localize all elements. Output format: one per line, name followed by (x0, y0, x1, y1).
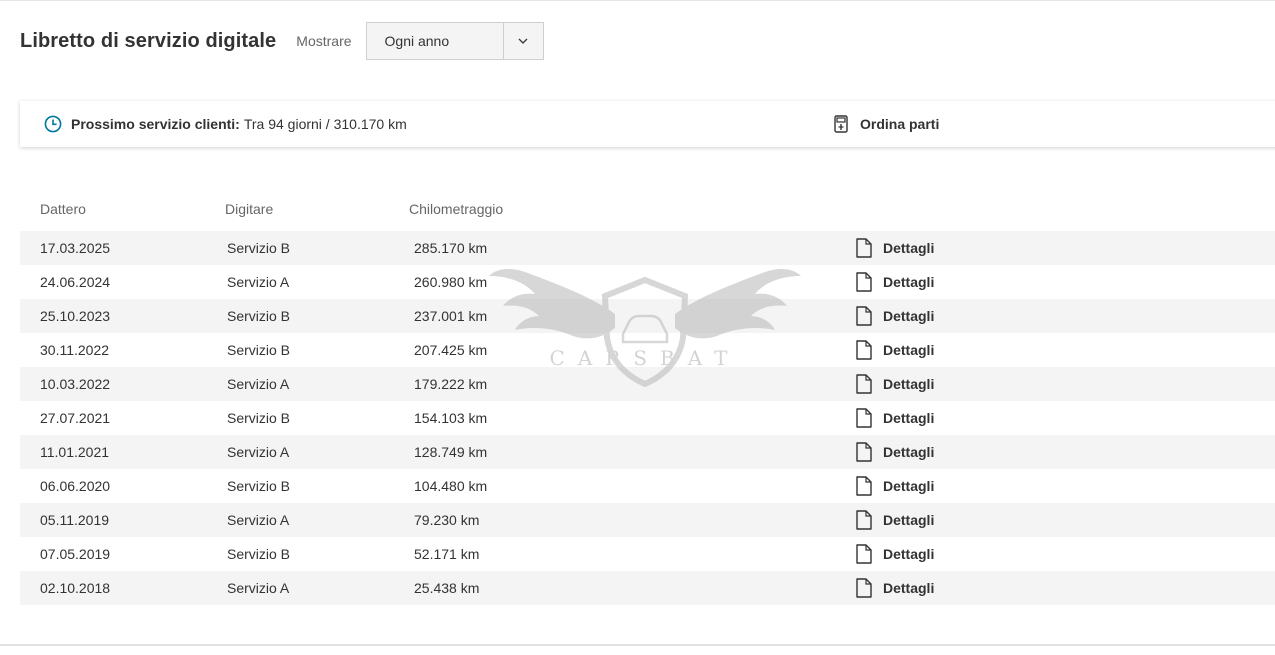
document-icon (856, 374, 872, 394)
row-mileage: 128.749 km (414, 444, 488, 460)
details-link[interactable]: Dettagli (856, 299, 934, 333)
column-header-date: Dattero (40, 201, 86, 217)
chevron-down-icon (518, 38, 528, 44)
details-label: Dettagli (883, 342, 935, 358)
details-label: Dettagli (883, 376, 935, 392)
details-label: Dettagli (883, 240, 935, 256)
row-date: 02.10.2018 (40, 580, 111, 596)
details-link[interactable]: Dettagli (856, 571, 934, 605)
row-mileage: 285.170 km (414, 240, 488, 256)
row-mileage: 207.425 km (414, 342, 488, 358)
document-icon (856, 476, 872, 496)
details-link[interactable]: Dettagli (856, 469, 934, 503)
row-date: 07.05.2019 (40, 546, 111, 562)
table-row: 25.10.2023 Servizio B 237.001 km Dettagli (20, 299, 1275, 333)
details-link[interactable]: Dettagli (856, 333, 934, 367)
column-header-type: Digitare (225, 201, 274, 217)
bottom-divider (0, 644, 1275, 646)
row-mileage: 52.171 km (414, 546, 480, 562)
dropdown-toggle[interactable] (502, 23, 543, 59)
show-label: Mostrare (296, 33, 352, 49)
row-date: 25.10.2023 (40, 308, 111, 324)
document-icon (856, 272, 872, 292)
details-label: Dettagli (883, 546, 935, 562)
table-row: 06.06.2020 Servizio B 104.480 km Dettagli (20, 469, 1275, 503)
row-type: Servizio B (227, 240, 291, 256)
year-filter-dropdown[interactable]: Ogni anno (365, 22, 544, 60)
row-type: Servizio A (227, 444, 290, 460)
document-icon (856, 442, 872, 462)
table-row: 17.03.2025 Servizio B 285.170 km Dettagli (20, 231, 1275, 265)
details-link[interactable]: Dettagli (856, 265, 934, 299)
table-row: 24.06.2024 Servizio A 260.980 km Dettagli (20, 265, 1275, 299)
table-header: Dattero Digitare Chilometraggio (20, 195, 1275, 223)
row-mileage: 260.980 km (414, 274, 488, 290)
details-link[interactable]: Dettagli (856, 503, 934, 537)
details-label: Dettagli (883, 410, 935, 426)
row-type: Servizio B (227, 478, 291, 494)
document-icon (856, 408, 872, 428)
document-icon (856, 238, 872, 258)
row-date: 10.03.2022 (40, 376, 111, 392)
details-label: Dettagli (883, 580, 935, 596)
table-row: 10.03.2022 Servizio A 179.222 km Dettagli (20, 367, 1275, 401)
details-link[interactable]: Dettagli (856, 401, 934, 435)
row-date: 06.06.2020 (40, 478, 111, 494)
details-label: Dettagli (883, 274, 935, 290)
row-type: Servizio A (227, 580, 290, 596)
next-service-value: Tra 94 giorni / 310.170 km (243, 116, 407, 132)
row-date: 27.07.2021 (40, 410, 111, 426)
row-type: Servizio B (227, 410, 291, 426)
row-date: 17.03.2025 (40, 240, 111, 256)
document-icon (856, 510, 872, 530)
document-icon (856, 306, 872, 326)
row-mileage: 79.230 km (414, 512, 480, 528)
service-history-table: 17.03.2025 Servizio B 285.170 km Dettagli 24… (20, 231, 1275, 605)
document-icon (856, 340, 872, 360)
next-service-card: Prossimo servizio clienti: Tra 94 giorni… (20, 101, 1275, 147)
table-row: 27.07.2021 Servizio B 154.103 km Dettagli (20, 401, 1275, 435)
page-title: Libretto di servizio digitale (20, 29, 277, 52)
details-label: Dettagli (883, 444, 935, 460)
order-parts-label: Ordina parti (860, 116, 940, 132)
row-date: 24.06.2024 (40, 274, 111, 290)
table-row: 02.10.2018 Servizio A 25.438 km Dettagli (20, 571, 1275, 605)
next-service-label: Prossimo servizio clienti: (71, 116, 240, 132)
row-date: 11.01.2021 (40, 444, 110, 460)
row-type: Servizio A (227, 274, 290, 290)
details-label: Dettagli (883, 512, 935, 528)
row-type: Servizio B (227, 308, 291, 324)
details-link[interactable]: Dettagli (856, 231, 934, 265)
table-row: 11.01.2021 Servizio A 128.749 km Dettagli (20, 435, 1275, 469)
row-type: Servizio A (227, 376, 290, 392)
details-link[interactable]: Dettagli (856, 435, 934, 469)
row-mileage: 237.001 km (414, 308, 488, 324)
row-mileage: 154.103 km (414, 410, 488, 426)
column-header-mileage: Chilometraggio (409, 201, 504, 217)
details-label: Dettagli (883, 308, 935, 324)
row-type: Servizio B (227, 546, 291, 562)
row-date: 05.11.2019 (40, 512, 110, 528)
next-service-info: Prossimo servizio clienti: Tra 94 giorni… (44, 101, 407, 147)
header: Libretto di servizio digitale Mostrare O… (20, 21, 544, 61)
details-link[interactable]: Dettagli (856, 537, 934, 571)
row-type: Servizio A (227, 512, 290, 528)
clock-icon (44, 115, 62, 133)
table-row: 30.11.2022 Servizio B 207.425 km Dettagli (20, 333, 1275, 367)
row-mileage: 25.438 km (414, 580, 480, 596)
row-mileage: 104.480 km (414, 478, 488, 494)
document-icon (856, 578, 872, 598)
row-type: Servizio B (227, 342, 291, 358)
parts-icon (834, 115, 848, 133)
table-row: 07.05.2019 Servizio B 52.171 km Dettagli (20, 537, 1275, 571)
order-parts-link[interactable]: Ordina parti (834, 101, 939, 147)
top-divider (0, 0, 1275, 1)
table-row: 05.11.2019 Servizio A 79.230 km Dettagli (20, 503, 1275, 537)
details-link[interactable]: Dettagli (856, 367, 934, 401)
row-mileage: 179.222 km (414, 376, 488, 392)
row-date: 30.11.2022 (40, 342, 110, 358)
document-icon (856, 544, 872, 564)
year-filter-value: Ogni anno (384, 33, 450, 49)
details-label: Dettagli (883, 478, 935, 494)
